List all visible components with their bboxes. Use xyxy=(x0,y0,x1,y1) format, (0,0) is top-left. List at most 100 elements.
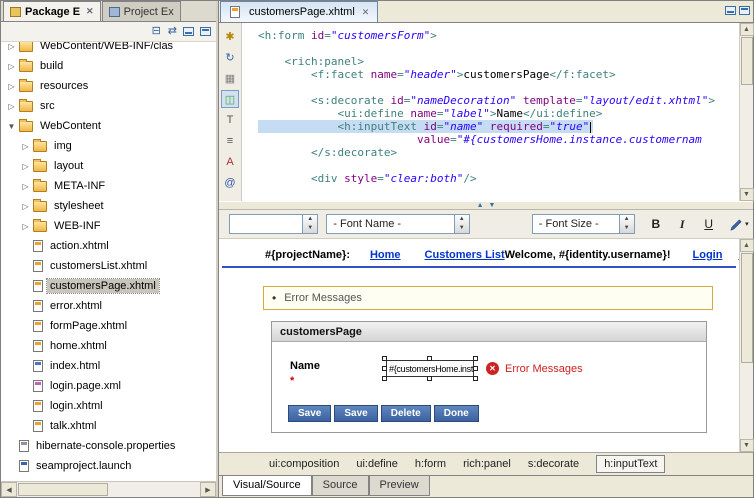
show-non-visual-tags-icon[interactable]: T xyxy=(221,111,239,129)
spinner-down-icon[interactable]: ▼ xyxy=(455,224,469,233)
breadcrumb-item-rich-panel[interactable]: rich:panel xyxy=(463,458,511,470)
breadcrumb-item-h-inputtext[interactable]: h:inputText xyxy=(596,455,665,473)
close-icon[interactable]: ✕ xyxy=(86,6,94,17)
expand-arrow-icon[interactable]: ▷ xyxy=(5,102,18,111)
highlight-color-button[interactable]: ▾ xyxy=(726,215,753,234)
refresh-icon[interactable]: ↻ xyxy=(221,48,239,66)
scrollbar-thumb[interactable] xyxy=(741,37,753,85)
tree-item-home-xhtml[interactable]: home.xhtml xyxy=(1,336,216,356)
done-button[interactable]: Done xyxy=(434,405,479,422)
maximize-icon[interactable] xyxy=(739,6,750,15)
scroll-down-icon[interactable]: ▼ xyxy=(740,439,754,452)
minimize-icon[interactable] xyxy=(725,6,736,15)
nav-link-home[interactable]: Home xyxy=(370,249,401,261)
code-line[interactable]: <div style="clear:both"/> xyxy=(258,172,739,185)
breadcrumb-item-ui-define[interactable]: ui:define xyxy=(356,458,398,470)
spinner-up-icon[interactable]: ▲ xyxy=(455,215,469,224)
code-line[interactable]: <rich:panel> xyxy=(258,55,739,68)
show-bundle-messages-icon[interactable]: @ xyxy=(221,174,239,192)
bold-button[interactable]: B xyxy=(647,215,665,234)
breadcrumb-item-s-decorate[interactable]: s:decorate xyxy=(528,458,579,470)
combo-spinner-icon[interactable]: ▲ ▼ xyxy=(454,215,469,233)
selection-handle[interactable] xyxy=(382,376,387,381)
scroll-up-icon[interactable]: ▲ xyxy=(740,239,754,252)
save-button-2[interactable]: Save xyxy=(334,405,377,422)
combo-spinner-icon[interactable]: ▲ ▼ xyxy=(302,215,317,233)
tree-item-seamproject-launch[interactable]: seamproject.launch xyxy=(1,456,216,476)
spinner-down-icon[interactable]: ▼ xyxy=(620,224,634,233)
tree-item-stylesheet[interactable]: ▷stylesheet xyxy=(1,196,216,216)
tree-item-index-html[interactable]: index.html xyxy=(1,356,216,376)
spinner-up-icon[interactable]: ▲ xyxy=(303,215,317,224)
tree-item-login-xhtml[interactable]: login.xhtml xyxy=(1,396,216,416)
code-area[interactable]: <h:form id="customersForm"> <rich:panel>… xyxy=(242,23,739,201)
font-size-combo[interactable]: - Font Size - ▲ ▼ xyxy=(532,214,635,234)
scroll-left-icon[interactable]: ◀ xyxy=(1,482,17,497)
source-scrollbar[interactable]: ▲ ▼ xyxy=(739,23,753,201)
tree-item-src[interactable]: ▷src xyxy=(1,96,216,116)
horizontal-scrollbar[interactable]: ◀ ▶ xyxy=(1,481,216,497)
tab-visual-source[interactable]: Visual/Source xyxy=(222,476,312,496)
nav-link-customers-list[interactable]: Customers List xyxy=(425,249,505,261)
selection-handle[interactable] xyxy=(473,356,478,361)
tree-item-img[interactable]: ▷img xyxy=(1,136,216,156)
tree-item-action-xhtml[interactable]: action.xhtml xyxy=(1,236,216,256)
show-selection-bar-icon[interactable]: ≡ xyxy=(221,132,239,150)
code-line[interactable]: <f:facet name="header">customersPage</f:… xyxy=(258,68,739,81)
show-text-formatting-icon[interactable]: A xyxy=(221,153,239,171)
visual-scrollbar[interactable]: ▲ ▼ xyxy=(739,239,753,452)
code-line[interactable] xyxy=(258,81,739,94)
code-line[interactable]: <h:form id="customersForm"> xyxy=(258,29,739,42)
tab-package-explorer[interactable]: Package E ✕ xyxy=(3,1,101,21)
minimize-icon[interactable] xyxy=(183,27,194,36)
expand-arrow-icon[interactable]: ▷ xyxy=(5,42,18,51)
expand-arrow-icon[interactable]: ▷ xyxy=(19,182,32,191)
expand-arrow-icon[interactable]: ▷ xyxy=(19,202,32,211)
expand-arrow-icon[interactable]: ▷ xyxy=(19,222,32,231)
tab-preview[interactable]: Preview xyxy=(369,476,430,496)
selection-handle[interactable] xyxy=(473,366,478,371)
save-button[interactable]: Save xyxy=(288,405,331,422)
italic-button[interactable]: I xyxy=(673,215,691,234)
tree-item-hibernate-console-properties[interactable]: hibernate-console.properties xyxy=(1,436,216,456)
maximize-icon[interactable] xyxy=(200,27,211,36)
combo-spinner-icon[interactable]: ▲ ▼ xyxy=(619,215,634,233)
selection-handle[interactable] xyxy=(382,356,387,361)
tab-project-explorer[interactable]: Project Ex xyxy=(102,1,181,21)
tree-item-formpage-xhtml[interactable]: formPage.xhtml xyxy=(1,316,216,336)
scroll-right-icon[interactable]: ▶ xyxy=(200,482,216,497)
tree-item-build[interactable]: ▷build xyxy=(1,56,216,76)
expand-arrow-icon[interactable]: ▷ xyxy=(19,142,32,151)
tree-item-talk-xhtml[interactable]: talk.xhtml xyxy=(1,416,216,436)
tree-item-web-inf[interactable]: ▷WEB-INF xyxy=(1,216,216,236)
tab-source[interactable]: Source xyxy=(312,476,369,496)
dropdown-arrow-icon[interactable]: ▾ xyxy=(745,220,749,228)
tree-item-layout[interactable]: ▷layout xyxy=(1,156,216,176)
name-input[interactable]: #{customersHome.instanc xyxy=(386,360,474,377)
spinner-down-icon[interactable]: ▼ xyxy=(303,224,317,233)
code-line[interactable]: value="#{customersHome.instance.customer… xyxy=(258,133,739,146)
tree-item-webcontent[interactable]: ▼WebContent xyxy=(1,116,216,136)
nav-link-login[interactable]: Login xyxy=(693,249,723,261)
collapse-all-icon[interactable]: ⊟ xyxy=(152,26,161,37)
scrollbar-thumb[interactable] xyxy=(741,253,753,363)
tree-item-customerspage-xhtml[interactable]: customersPage.xhtml xyxy=(1,276,216,296)
show-border-for-unknown-tags-icon[interactable]: ◫ xyxy=(221,90,239,108)
breadcrumb-item-h-form[interactable]: h:form xyxy=(415,458,446,470)
tree-item-error-xhtml[interactable]: error.xhtml xyxy=(1,296,216,316)
close-icon[interactable]: ✕ xyxy=(362,7,370,18)
underline-button[interactable]: U xyxy=(699,215,717,234)
splitter-down-icon[interactable]: ▼ xyxy=(489,202,496,209)
code-line[interactable]: </s:decorate> xyxy=(258,146,739,159)
code-line[interactable] xyxy=(258,159,739,172)
scroll-up-icon[interactable]: ▲ xyxy=(740,23,754,36)
editor-tab-customerspage-xhtml[interactable]: customersPage.xhtml ✕ xyxy=(220,1,378,22)
code-line[interactable]: <ui:define name="label">Name</ui:define> xyxy=(258,107,739,120)
splitter-up-icon[interactable]: ▲ xyxy=(477,202,484,209)
selection-handle[interactable] xyxy=(427,376,432,381)
tree-item-login-page-xml[interactable]: login.page.xml xyxy=(1,376,216,396)
code-line[interactable] xyxy=(258,42,739,55)
spinner-up-icon[interactable]: ▲ xyxy=(620,215,634,224)
collapse-arrow-icon[interactable]: ▼ xyxy=(5,122,18,131)
expand-arrow-icon[interactable]: ▷ xyxy=(19,162,32,171)
